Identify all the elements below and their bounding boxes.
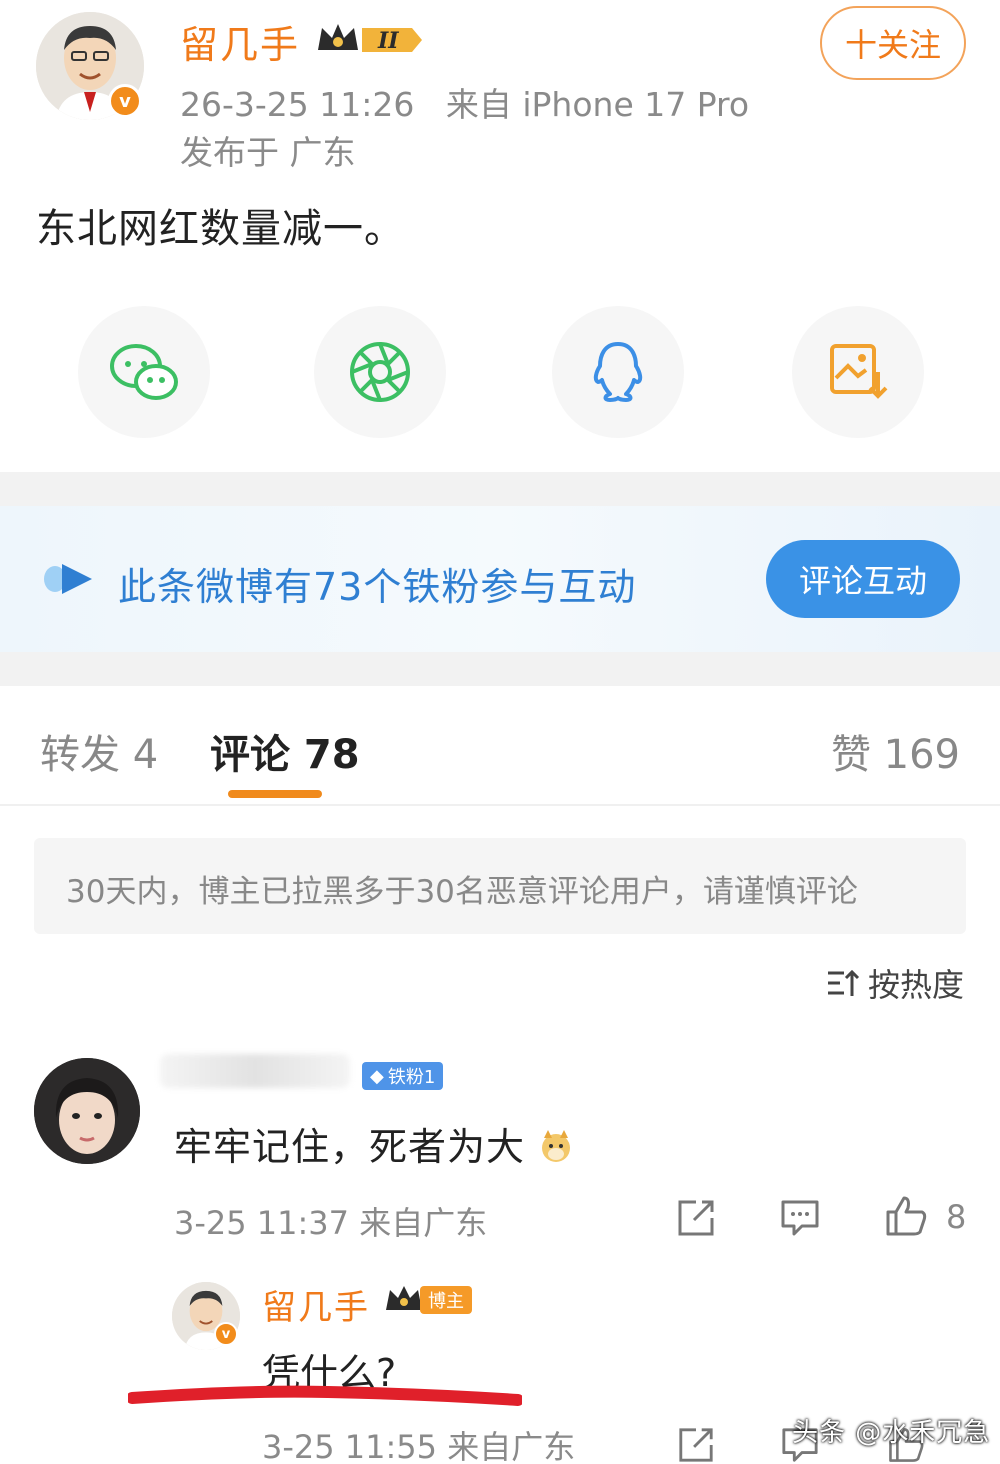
sort-toggle[interactable]: 按热度 <box>826 960 964 1006</box>
comment-body: 牢牢记住，死者为大 <box>174 1125 526 1169</box>
comment-icon <box>781 1200 819 1236</box>
diamond-icon: ◆ <box>370 1065 384 1087</box>
comment-time: 3-25 11:37 来自广东 <box>174 1204 488 1242</box>
commenter-name-redacted[interactable] <box>160 1054 350 1088</box>
comment-interact-button[interactable]: 评论互动 <box>766 540 960 618</box>
share-qq-button[interactable] <box>552 306 684 438</box>
post-source: 来自 iPhone 17 Pro <box>445 85 750 124</box>
section-gap <box>0 652 1000 686</box>
reply-time: 3-25 11:55 来自广东 <box>262 1428 576 1464</box>
notice-text: 30天内，博主已拉黑多于30名恶意评论用户，请谨慎评论 <box>66 874 858 910</box>
save-image-icon <box>830 344 888 399</box>
fans-bar-text: 此条微博有73个铁粉参与互动 <box>118 565 637 609</box>
fan-level-badge: ◆ 铁粉1 <box>362 1062 444 1090</box>
save-image-button[interactable] <box>792 306 924 438</box>
comment-text: 牢牢记住，死者为大 <box>174 1116 574 1171</box>
red-underline-annotation <box>126 1380 524 1410</box>
wechat-icon <box>110 344 178 400</box>
verified-badge-icon: v <box>108 84 142 118</box>
tab-comment[interactable]: 评论 78 <box>210 722 360 780</box>
comment-reply-button[interactable] <box>780 1198 820 1238</box>
reply-verified-badge-icon: v <box>214 1322 238 1346</box>
sort-icon <box>827 969 860 996</box>
share-wechat-button[interactable] <box>78 306 210 438</box>
fans-bar-icon <box>44 562 96 600</box>
qq-icon <box>593 342 643 402</box>
watermark: 头条 @水禾冗急 <box>792 1418 991 1448</box>
host-badge: 博主 <box>420 1286 472 1314</box>
comment-like-button[interactable] <box>884 1194 928 1238</box>
share-icon <box>679 1428 713 1462</box>
author-name[interactable]: 留几手 <box>180 14 300 69</box>
sort-label: 按热度 <box>867 966 964 1004</box>
active-tab-indicator <box>228 790 322 798</box>
crown-badge-icon: II <box>316 20 424 60</box>
thumbs-up-icon <box>886 1196 927 1236</box>
tab-likes[interactable]: 赞 169 <box>831 722 960 780</box>
divider <box>0 804 1000 806</box>
post-timestamp: 26-3-25 11:26 <box>180 85 415 124</box>
crown-level-text: II <box>377 28 399 54</box>
post-location: 发布于 广东 <box>180 133 356 172</box>
post-meta: 26-3-25 11:26 来自 iPhone 17 Pro <box>180 78 749 126</box>
share-moments-button[interactable] <box>314 306 446 438</box>
reply-author-name[interactable]: 留几手 <box>262 1280 370 1329</box>
doge-emoji-icon <box>542 1130 571 1162</box>
follow-button[interactable]: 十关注 <box>820 6 966 80</box>
commenter-avatar[interactable] <box>34 1058 140 1164</box>
tab-repost[interactable]: 转发 4 <box>40 722 158 780</box>
share-icon <box>678 1200 714 1236</box>
moments-icon <box>350 342 410 402</box>
comment-share-button[interactable] <box>676 1198 716 1238</box>
crown-badge-icon <box>384 1284 424 1314</box>
comment-like-count: 8 <box>946 1198 967 1236</box>
fan-badge-label: 铁粉1 <box>387 1067 436 1088</box>
reply-share-button[interactable] <box>676 1426 716 1464</box>
post-body: 东北网红数量减一。 <box>36 206 405 252</box>
section-gap <box>0 472 1000 506</box>
